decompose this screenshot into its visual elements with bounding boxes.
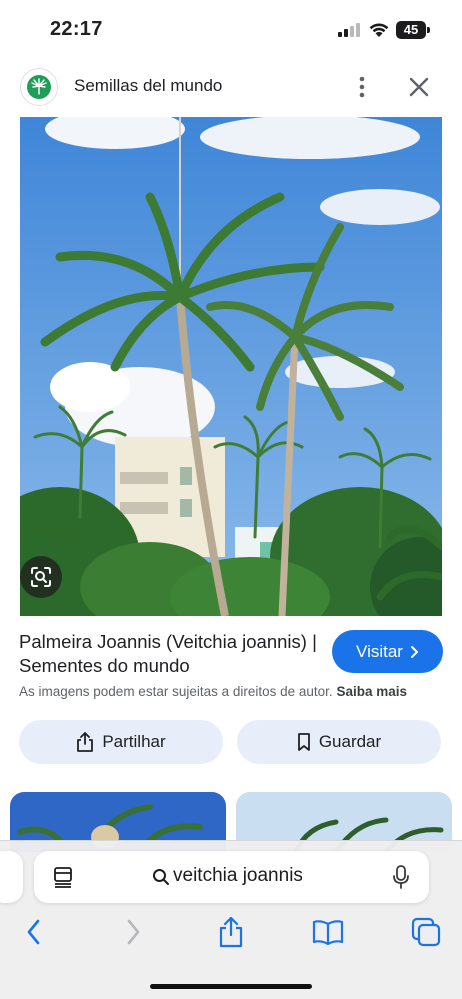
- address-bar[interactable]: veitchia joannis: [34, 851, 429, 903]
- share-button[interactable]: Partilhar: [19, 720, 223, 764]
- battery-level: 45: [396, 21, 426, 39]
- copyright-notice: As imagens podem estar sujeitas a direit…: [19, 684, 407, 699]
- home-indicator: [150, 984, 312, 989]
- visit-button[interactable]: Visitar: [332, 630, 443, 673]
- copyright-text: As imagens podem estar sujeitas a direit…: [19, 684, 333, 699]
- chevron-left-icon: [27, 919, 40, 945]
- wifi-icon: [369, 23, 389, 37]
- battery-icon: 45: [396, 21, 430, 39]
- bookmark-icon: [297, 733, 310, 751]
- bookmarks-button[interactable]: [310, 914, 346, 950]
- save-label: Guardar: [318, 732, 382, 751]
- site-name[interactable]: Semillas del mundo: [74, 76, 222, 96]
- status-bar: 22:17 45: [0, 0, 462, 60]
- palm-trees-illustration: [20, 117, 442, 616]
- microphone-icon[interactable]: [392, 865, 410, 889]
- forward-button[interactable]: [115, 914, 151, 950]
- chevron-right-icon: [127, 919, 140, 945]
- result-image[interactable]: [20, 117, 442, 616]
- tabs-button[interactable]: [408, 914, 444, 950]
- palm-leaf-icon: [27, 75, 51, 99]
- lens-icon: [31, 567, 51, 587]
- share-page-button[interactable]: [213, 914, 249, 950]
- book-icon: [312, 920, 344, 945]
- back-button[interactable]: [16, 914, 52, 950]
- status-time: 22:17: [50, 18, 103, 40]
- more-options-icon[interactable]: [352, 74, 372, 100]
- site-logo[interactable]: [20, 68, 58, 106]
- page-menu-icon[interactable]: [52, 866, 74, 888]
- previous-tab-preview[interactable]: [0, 851, 23, 903]
- save-button[interactable]: Guardar: [237, 720, 441, 764]
- search-icon: [153, 869, 169, 885]
- share-icon: [219, 916, 243, 948]
- cellular-signal-icon: [338, 23, 360, 37]
- close-icon[interactable]: [406, 74, 432, 100]
- share-icon: [77, 732, 94, 752]
- result-title[interactable]: Palmeira Joannis (Veitchia joannis) | Se…: [19, 630, 319, 678]
- address-text[interactable]: veitchia joannis: [173, 865, 303, 887]
- site-header: Semillas del mundo: [0, 60, 462, 115]
- share-label: Partilhar: [102, 732, 166, 751]
- tabs-icon: [411, 917, 441, 947]
- learn-more-link[interactable]: Saiba mais: [336, 684, 407, 699]
- chevron-right-icon: [410, 645, 418, 658]
- visit-label: Visitar: [356, 641, 403, 661]
- lens-search-button[interactable]: [20, 556, 62, 598]
